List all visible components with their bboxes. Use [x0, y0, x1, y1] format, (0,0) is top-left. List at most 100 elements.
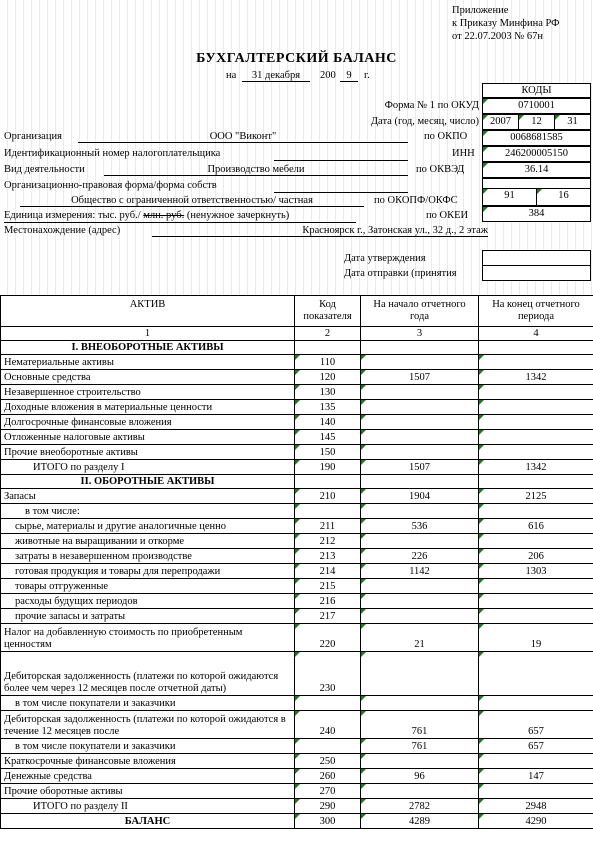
row-start-value[interactable]: [360, 608, 479, 624]
row-start-value[interactable]: [360, 651, 479, 696]
row-start-value[interactable]: [360, 578, 479, 594]
row-start-value[interactable]: 536: [360, 518, 479, 534]
row-start-value[interactable]: 4289: [360, 813, 479, 829]
org-name-field[interactable]: ООО "Виконт": [78, 131, 408, 143]
row-end-value[interactable]: [478, 429, 593, 445]
row-end-value[interactable]: [478, 753, 593, 769]
row-start-value[interactable]: 96: [360, 768, 479, 784]
row-code[interactable]: 140: [294, 414, 361, 430]
row-start-value[interactable]: 1904: [360, 488, 479, 504]
row-code[interactable]: 150: [294, 444, 361, 460]
row-start-value[interactable]: [360, 474, 479, 489]
row-end-value[interactable]: 206: [478, 548, 593, 564]
row-end-value[interactable]: [478, 414, 593, 430]
row-end-value[interactable]: [478, 444, 593, 460]
row-code[interactable]: 110: [294, 354, 361, 370]
row-end-value[interactable]: [478, 384, 593, 400]
row-end-value[interactable]: 147: [478, 768, 593, 784]
row-code[interactable]: 216: [294, 593, 361, 609]
row-end-value[interactable]: [478, 578, 593, 594]
row-start-value[interactable]: 761: [360, 710, 479, 739]
row-end-value[interactable]: [478, 533, 593, 549]
row-start-value[interactable]: [360, 503, 479, 519]
row-start-value[interactable]: [360, 444, 479, 460]
row-code[interactable]: 214: [294, 563, 361, 579]
row-code[interactable]: 130: [294, 384, 361, 400]
row-end-value[interactable]: [478, 608, 593, 624]
row-end-value[interactable]: 657: [478, 710, 593, 739]
row-end-value[interactable]: 2948: [478, 798, 593, 814]
row-code[interactable]: 250: [294, 753, 361, 769]
date-year-suffix[interactable]: 9: [340, 70, 358, 82]
row-code[interactable]: 240: [294, 710, 361, 739]
row-start-value[interactable]: [360, 340, 479, 355]
row-end-value[interactable]: [478, 474, 593, 489]
row-end-value[interactable]: [478, 354, 593, 370]
row-start-value[interactable]: [360, 414, 479, 430]
row-code[interactable]: 210: [294, 488, 361, 504]
row-start-value[interactable]: [360, 354, 479, 370]
row-code[interactable]: 220: [294, 623, 361, 652]
okud-field[interactable]: 0710001: [482, 98, 591, 114]
approval-date-field[interactable]: [482, 250, 591, 266]
row-code[interactable]: 120: [294, 369, 361, 385]
row-end-value[interactable]: [478, 340, 593, 355]
row-end-value[interactable]: 616: [478, 518, 593, 534]
row-end-value[interactable]: [478, 399, 593, 415]
row-start-value[interactable]: [360, 753, 479, 769]
okved-field[interactable]: 36.14: [482, 162, 591, 178]
date-code-year[interactable]: 2007: [482, 114, 519, 130]
row-start-value[interactable]: 21: [360, 623, 479, 652]
row-end-value[interactable]: 1342: [478, 369, 593, 385]
address-field[interactable]: Красноярск г., Затонская ул., 32 д., 2 э…: [152, 225, 488, 237]
row-start-value[interactable]: 2782: [360, 798, 479, 814]
row-code[interactable]: 135: [294, 399, 361, 415]
okei-field[interactable]: 384: [482, 206, 591, 222]
date-code-day[interactable]: 31: [554, 114, 591, 130]
row-code[interactable]: [294, 474, 361, 489]
row-code[interactable]: 215: [294, 578, 361, 594]
row-start-value[interactable]: [360, 533, 479, 549]
row-start-value[interactable]: [360, 783, 479, 799]
row-start-value[interactable]: [360, 429, 479, 445]
row-code[interactable]: 217: [294, 608, 361, 624]
row-code[interactable]: 260: [294, 768, 361, 784]
row-code[interactable]: 213: [294, 548, 361, 564]
row-end-value[interactable]: [478, 503, 593, 519]
row-start-value[interactable]: 1507: [360, 369, 479, 385]
row-code[interactable]: 145: [294, 429, 361, 445]
row-end-value[interactable]: 1303: [478, 563, 593, 579]
row-code[interactable]: 270: [294, 783, 361, 799]
row-start-value[interactable]: [360, 384, 479, 400]
row-start-value[interactable]: 226: [360, 548, 479, 564]
row-start-value[interactable]: [360, 399, 479, 415]
row-start-value[interactable]: 1142: [360, 563, 479, 579]
row-code[interactable]: 230: [294, 651, 361, 696]
row-start-value[interactable]: 761: [360, 738, 479, 754]
row-start-value[interactable]: [360, 593, 479, 609]
row-end-value[interactable]: [478, 593, 593, 609]
row-code[interactable]: 190: [294, 459, 361, 475]
row-code[interactable]: [294, 738, 361, 754]
row-end-value[interactable]: [478, 651, 593, 696]
activity-field[interactable]: Производство мебели: [104, 164, 408, 176]
okopf-field[interactable]: 91: [482, 188, 537, 206]
row-start-value[interactable]: 1507: [360, 459, 479, 475]
row-end-value[interactable]: 4290: [478, 813, 593, 829]
row-end-value[interactable]: [478, 783, 593, 799]
row-end-value[interactable]: 657: [478, 738, 593, 754]
row-end-value[interactable]: 2125: [478, 488, 593, 504]
row-code[interactable]: 211: [294, 518, 361, 534]
okpo-field[interactable]: 0068681585: [482, 130, 591, 146]
row-code[interactable]: [294, 503, 361, 519]
inn-field[interactable]: 246200005150: [482, 146, 591, 162]
row-end-value[interactable]: 1342: [478, 459, 593, 475]
row-end-value[interactable]: 19: [478, 623, 593, 652]
date-code-month[interactable]: 12: [518, 114, 555, 130]
date-day-month[interactable]: 31 декабря: [242, 70, 310, 82]
row-code[interactable]: 290: [294, 798, 361, 814]
row-code[interactable]: [294, 340, 361, 355]
row-code[interactable]: 212: [294, 533, 361, 549]
legal-form-field[interactable]: Общество с ограниченной ответственностью…: [20, 195, 364, 207]
okfs-field[interactable]: 16: [536, 188, 591, 206]
